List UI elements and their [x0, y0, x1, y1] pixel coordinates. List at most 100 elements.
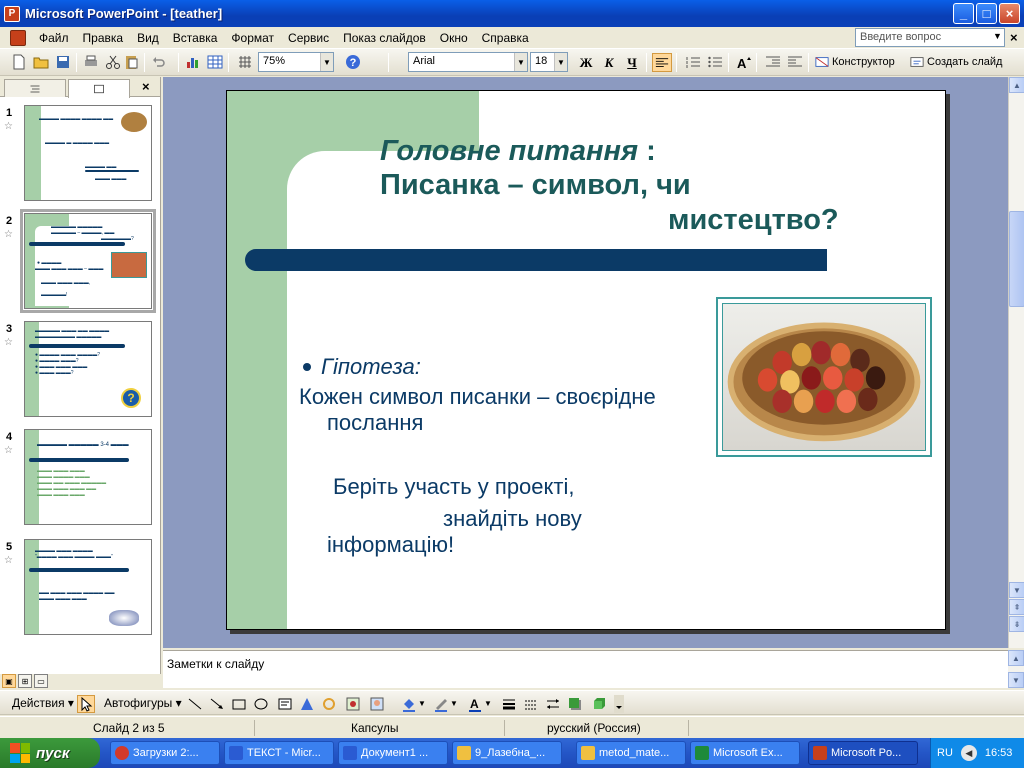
taskbar-item-excel[interactable]: Microsoft Ex...	[690, 741, 800, 765]
rectangle-icon[interactable]	[230, 695, 248, 713]
picture-icon[interactable]	[368, 695, 386, 713]
notes-pane[interactable]: Заметки к слайду	[163, 650, 1008, 688]
scroll-up-icon[interactable]: ▲	[1008, 650, 1024, 666]
actions-menu[interactable]: Действия ▾	[12, 696, 74, 710]
menu-window[interactable]: Окно	[433, 29, 475, 47]
slide-title[interactable]: Головне питання :	[380, 135, 656, 168]
insert-table-icon[interactable]	[206, 53, 224, 71]
next-slide-icon[interactable]: ⇟	[1009, 616, 1024, 632]
bold-button[interactable]: Ж	[576, 53, 596, 72]
scroll-down-icon[interactable]: ▼	[1008, 672, 1024, 688]
minimize-button[interactable]: _	[953, 3, 974, 24]
slide-thumbnail-5[interactable]: 5 ☆ ▬▬▬▬ ▬▬▬ ▬▬▬▬ "▬▬▬▬ ▬▬▬ ▬▬▬▬ ▬▬▬" ▬▬ …	[0, 539, 161, 635]
body-line-3[interactable]: Беріть участь у проекті,	[333, 474, 574, 500]
chevron-down-icon[interactable]: ▼	[450, 699, 458, 708]
numbered-list-icon[interactable]	[684, 53, 702, 71]
fill-color-icon[interactable]	[400, 695, 418, 713]
body-line-5[interactable]: інформацію!	[327, 532, 454, 558]
undo-icon[interactable]	[150, 53, 168, 71]
save-icon[interactable]	[54, 53, 72, 71]
bullet-hypothesis[interactable]: Гіпотеза:	[303, 354, 421, 380]
chevron-down-icon[interactable]: ▼	[418, 699, 426, 708]
scrollbar-thumb[interactable]	[1009, 211, 1024, 307]
taskbar-item-word-doc1[interactable]: Документ1 ...	[338, 741, 448, 765]
zoom-select[interactable]: 75% ▼	[258, 52, 334, 72]
print-icon[interactable]	[82, 53, 100, 71]
chevron-down-icon[interactable]: ▼	[514, 53, 527, 71]
chevron-down-icon[interactable]: ▼	[554, 53, 567, 71]
menu-edit[interactable]: Правка	[76, 29, 131, 47]
slide-title-line3[interactable]: мистецтво?	[668, 204, 839, 237]
scroll-up-icon[interactable]: ▲	[1009, 77, 1024, 93]
chevron-down-icon[interactable]: ▼	[993, 31, 1002, 41]
slide-sorter-icon[interactable]: ⊞	[18, 674, 32, 688]
pane-close-button[interactable]: ×	[142, 79, 150, 94]
diagram-icon[interactable]	[320, 695, 338, 713]
taskbar-item-powerpoint[interactable]: Microsoft Po...	[808, 741, 918, 765]
arrow-style-icon[interactable]	[544, 695, 562, 713]
underline-button[interactable]: Ч	[622, 53, 642, 72]
powerpoint-app-icon[interactable]: P	[4, 5, 20, 22]
insert-chart-icon[interactable]	[184, 53, 202, 71]
menu-file[interactable]: Файл	[32, 29, 76, 47]
previous-slide-icon[interactable]: ⇞	[1009, 599, 1024, 615]
taskbar-item-downloads[interactable]: Загрузки 2:...	[110, 741, 220, 765]
help-icon[interactable]: ?	[344, 53, 362, 71]
menu-tools[interactable]: Сервис	[281, 29, 336, 47]
menu-help[interactable]: Справка	[475, 29, 536, 47]
italic-button[interactable]: К	[599, 53, 619, 72]
document-icon[interactable]	[10, 29, 26, 46]
slide-canvas[interactable]: Головне питання : Писанка – символ, чи м…	[226, 90, 946, 630]
bullet-list-icon[interactable]	[706, 53, 724, 71]
align-left-button[interactable]	[652, 53, 672, 72]
shadow-icon[interactable]	[566, 695, 584, 713]
slide-thumbnail-1[interactable]: 1 ☆ ▬▬▬▬ ▬▬▬▬ ▬▬▬▬ ▬▬ ▬▬▬▬ ▬ ▬▬▬▬ ▬▬▬ ▬▬…	[0, 105, 161, 201]
font-size-select[interactable]: 18 ▼	[530, 52, 568, 72]
language-indicator[interactable]: RU	[937, 747, 953, 759]
font-select[interactable]: Arial ▼	[408, 52, 528, 72]
increase-font-icon[interactable]: A	[734, 53, 752, 71]
start-button[interactable]: пуск	[0, 738, 100, 768]
new-slide-button[interactable]: Создать слайд	[910, 55, 1002, 69]
normal-view-icon[interactable]: ▣	[2, 674, 16, 688]
restore-button[interactable]: □	[976, 3, 997, 24]
increase-indent-icon[interactable]	[786, 53, 804, 71]
line-style-icon[interactable]	[500, 695, 518, 713]
grid-icon[interactable]	[236, 53, 254, 71]
decrease-indent-icon[interactable]	[764, 53, 782, 71]
designer-button[interactable]: Конструктор	[815, 55, 895, 69]
select-pointer-icon[interactable]	[77, 695, 95, 713]
slideshow-icon[interactable]: ▭	[34, 674, 48, 688]
taskbar-item-word-text[interactable]: ТЕКСТ - Micr...	[224, 741, 334, 765]
close-button[interactable]: ×	[999, 3, 1020, 24]
menu-slideshow[interactable]: Показ слайдов	[336, 29, 433, 47]
menu-insert[interactable]: Вставка	[166, 29, 225, 47]
clipart-icon[interactable]	[344, 695, 362, 713]
tab-slides[interactable]	[68, 79, 130, 98]
vertical-scrollbar[interactable]: ▲ ▼ ⇞ ⇟	[1008, 77, 1024, 648]
3d-style-icon[interactable]	[590, 695, 608, 713]
document-close-button[interactable]: ×	[1010, 30, 1018, 45]
body-line-2[interactable]: послання	[327, 410, 423, 436]
oval-icon[interactable]	[252, 695, 270, 713]
chevron-down-icon[interactable]: ▼	[320, 53, 333, 71]
taskbar-item-folder-lazebna[interactable]: 9_Лазебна_...	[452, 741, 562, 765]
arrow-icon[interactable]	[208, 695, 226, 713]
dash-style-icon[interactable]	[522, 695, 540, 713]
notes-scrollbar[interactable]: ▲ ▼	[1008, 650, 1024, 688]
scroll-down-icon[interactable]: ▼	[1009, 582, 1024, 598]
font-color-icon[interactable]: A	[466, 695, 484, 713]
menu-view[interactable]: Вид	[130, 29, 166, 47]
taskbar-item-folder-metod[interactable]: metod_mate...	[576, 741, 686, 765]
clock[interactable]: 16:53	[985, 747, 1013, 759]
open-folder-icon[interactable]	[32, 53, 50, 71]
wordart-icon[interactable]	[298, 695, 316, 713]
slide-thumbnail-3[interactable]: 3 ☆ ▬▬▬▬▬ ▬▬▬ ▬▬ ▬▬▬▬ ▬▬▬▬▬▬▬▬ ▬▬▬▬▬ ● ▬…	[0, 321, 161, 417]
easter-eggs-basket-image[interactable]	[716, 297, 932, 457]
chevron-down-icon[interactable]: ▼	[484, 699, 492, 708]
cut-icon[interactable]	[104, 53, 122, 71]
body-line-4[interactable]: знайдіть нову	[443, 506, 582, 532]
slide-title-line2[interactable]: Писанка – символ, чи	[380, 169, 691, 202]
autoshapes-menu[interactable]: Автофигуры ▾	[104, 696, 182, 710]
menu-format[interactable]: Формат	[224, 29, 281, 47]
